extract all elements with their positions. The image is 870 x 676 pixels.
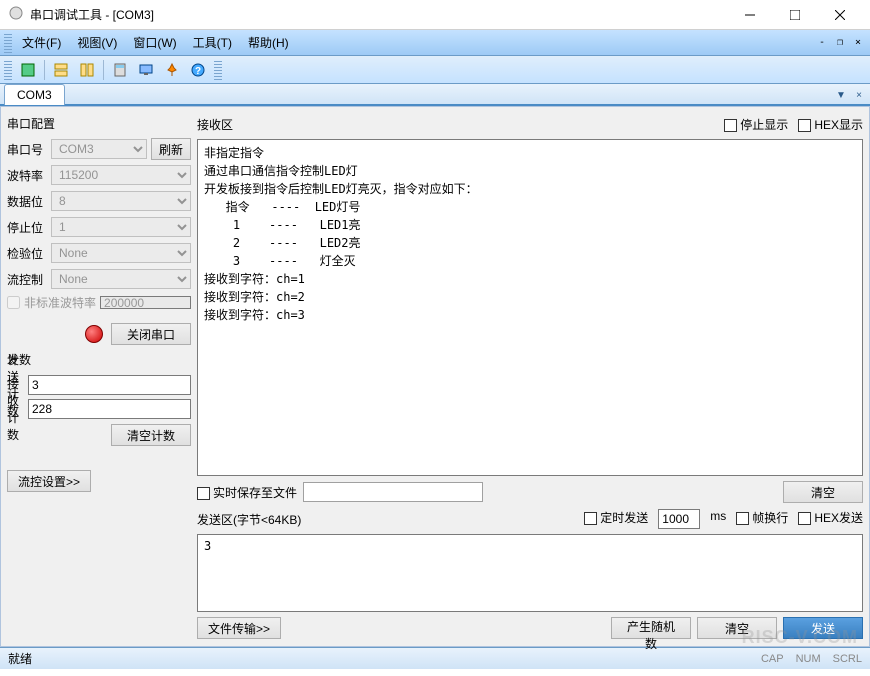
right-panel: 接收区 停止显示 HEX显示 非指定指令 通过串口通信指令控制LED灯 开发板接… <box>197 113 863 640</box>
gen-random-button[interactable]: 产生随机数 <box>611 617 691 639</box>
frame-wrap-checkbox[interactable]: 帧换行 <box>736 509 788 529</box>
toolbar-grip-end-icon <box>214 60 222 80</box>
send-button[interactable]: 发送 <box>783 617 863 639</box>
databits-select[interactable]: 8 <box>51 191 191 211</box>
close-button[interactable] <box>817 1 862 29</box>
parity-label: 检验位 <box>7 245 47 262</box>
menu-file[interactable]: 文件(F) <box>14 31 69 54</box>
app-icon <box>8 5 30 24</box>
menu-view[interactable]: 视图(V) <box>69 31 125 54</box>
recv-count-input[interactable] <box>28 399 191 419</box>
send-clear-button[interactable]: 清空 <box>697 617 777 639</box>
menu-window[interactable]: 窗口(W) <box>125 31 184 54</box>
statusbar: 就绪 CAP NUM SCRL <box>0 647 870 669</box>
toolbar-grip-icon <box>4 60 12 80</box>
hex-send-checkbox[interactable]: HEX发送 <box>798 509 863 529</box>
menubar: 文件(F) 视图(V) 窗口(W) 工具(T) 帮助(H) - ❐ × <box>0 30 870 56</box>
record-indicator-icon <box>85 325 103 343</box>
counts-title: 计数 <box>7 349 191 370</box>
status-cap: CAP <box>761 653 784 665</box>
mdi-close-icon[interactable]: × <box>850 35 866 51</box>
mdi-restore-icon[interactable]: ❐ <box>832 35 848 51</box>
databits-label: 数据位 <box>7 193 47 210</box>
flow-settings-button[interactable]: 流控设置>> <box>7 470 91 492</box>
mdi-minimize-icon[interactable]: - <box>814 35 830 51</box>
recv-clear-button[interactable]: 清空 <box>783 481 863 503</box>
send-title: 发送区(字节<64KB) <box>197 511 301 528</box>
status-ready: 就绪 <box>8 650 32 667</box>
toolbar-separator <box>103 60 104 80</box>
toolbar: ? <box>0 56 870 84</box>
minimize-button[interactable] <box>727 1 772 29</box>
window-title: 串口调试工具 - [COM3] <box>30 6 727 23</box>
flow-select[interactable]: None <box>51 269 191 289</box>
menu-tools[interactable]: 工具(T) <box>185 31 240 54</box>
nonstd-checkbox[interactable] <box>7 296 20 309</box>
toolbar-separator <box>44 60 45 80</box>
clear-counts-button[interactable]: 清空计数 <box>111 424 191 446</box>
toolbar-new-icon[interactable] <box>16 58 40 82</box>
interval-input[interactable] <box>658 509 700 529</box>
port-label: 串口号 <box>7 141 47 158</box>
titlebar: 串口调试工具 - [COM3] <box>0 0 870 30</box>
main-content: 串口配置 串口号 COM3 刷新 波特率 115200 数据位 8 停止位 1 … <box>0 106 870 647</box>
left-panel: 串口配置 串口号 COM3 刷新 波特率 115200 数据位 8 停止位 1 … <box>7 113 191 640</box>
tab-com3[interactable]: COM3 <box>4 84 65 105</box>
config-title: 串口配置 <box>7 113 191 134</box>
recv-textarea[interactable]: 非指定指令 通过串口通信指令控制LED灯 开发板接到指令后控制LED灯亮灭，指令… <box>197 139 863 476</box>
timed-send-checkbox[interactable]: 定时发送 <box>584 509 648 529</box>
recv-title: 接收区 <box>197 116 233 133</box>
parity-select[interactable]: None <box>51 243 191 263</box>
toolbar-pin-icon[interactable] <box>160 58 184 82</box>
save-file-input[interactable] <box>303 482 483 502</box>
menu-help[interactable]: 帮助(H) <box>240 31 297 54</box>
tab-strip: COM3 ▼ × <box>0 84 870 106</box>
nonstd-label: 非标准波特率 <box>24 294 96 311</box>
toolbar-monitor-icon[interactable] <box>134 58 158 82</box>
port-select[interactable]: COM3 <box>51 139 147 159</box>
close-port-button[interactable]: 关闭串口 <box>111 323 191 345</box>
stopbits-label: 停止位 <box>7 219 47 236</box>
toolbar-help-icon[interactable]: ? <box>186 58 210 82</box>
toolbar-tile-h-icon[interactable] <box>49 58 73 82</box>
tab-close-icon[interactable]: × <box>852 88 866 102</box>
file-transfer-button[interactable]: 文件传输>> <box>197 617 281 639</box>
stopbits-select[interactable]: 1 <box>51 217 191 237</box>
tab-dropdown-icon[interactable]: ▼ <box>834 88 848 102</box>
refresh-button[interactable]: 刷新 <box>151 138 191 160</box>
nonstd-input[interactable] <box>100 296 191 309</box>
status-num: NUM <box>796 653 821 665</box>
svg-text:?: ? <box>195 66 201 77</box>
baud-select[interactable]: 115200 <box>51 165 191 185</box>
toolbar-tile-v-icon[interactable] <box>75 58 99 82</box>
status-scrl: SCRL <box>833 653 862 665</box>
send-count-input[interactable] <box>28 375 191 395</box>
maximize-button[interactable] <box>772 1 817 29</box>
send-textarea[interactable] <box>197 534 863 612</box>
flow-label: 流控制 <box>7 271 47 288</box>
menu-grip-icon <box>4 33 12 53</box>
realtime-save-checkbox[interactable]: 实时保存至文件 <box>197 484 297 501</box>
toolbar-calc-icon[interactable] <box>108 58 132 82</box>
stop-display-checkbox[interactable]: 停止显示 <box>724 116 788 133</box>
baud-label: 波特率 <box>7 167 47 184</box>
hex-display-checkbox[interactable]: HEX显示 <box>798 116 863 133</box>
ms-label: ms <box>710 509 726 529</box>
